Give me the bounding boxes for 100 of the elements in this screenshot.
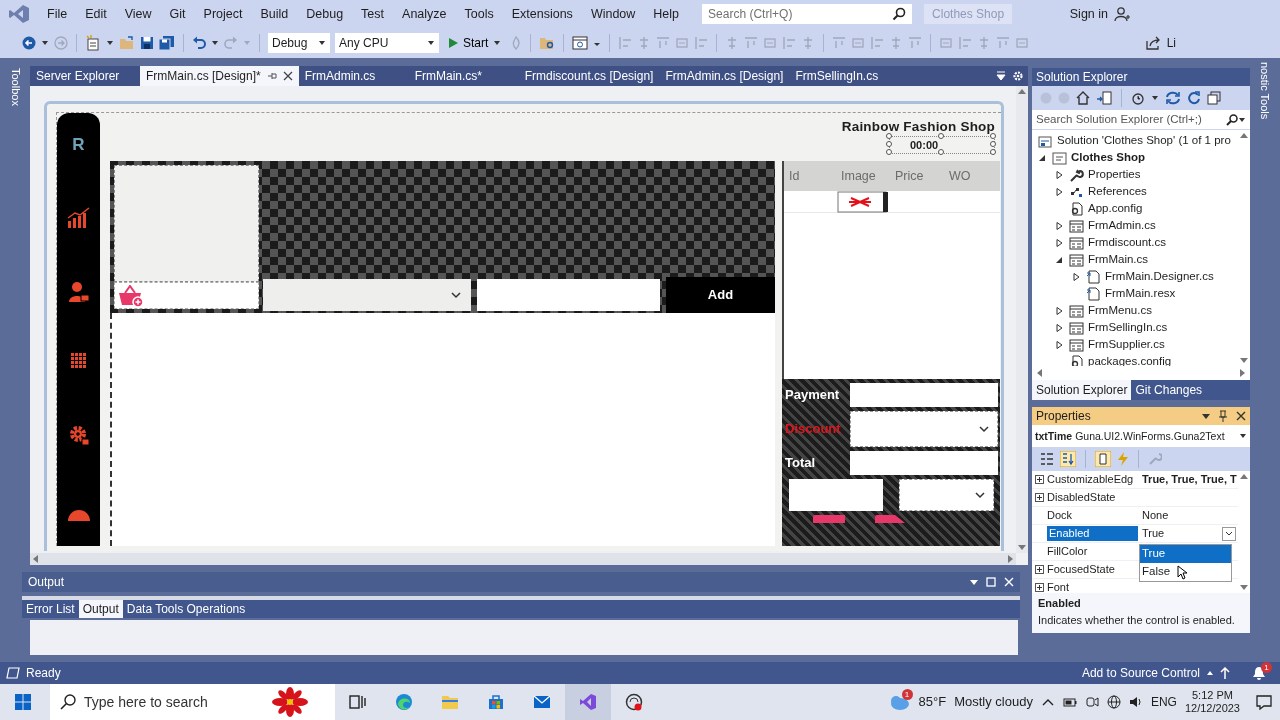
bell-icon[interactable]: [1252, 666, 1266, 680]
caret-icon[interactable]: [41, 39, 49, 47]
refresh-icon[interactable]: [1187, 91, 1201, 105]
browser-icon[interactable]: [572, 36, 589, 50]
input-field[interactable]: [477, 279, 660, 311]
menu-item[interactable]: Analyze: [393, 6, 456, 22]
caret-icon[interactable]: [106, 39, 114, 47]
scrollbar[interactable]: [1238, 471, 1250, 593]
chevron-icon[interactable]: [975, 491, 985, 499]
notification-icon[interactable]: [1256, 694, 1272, 710]
caret-icon[interactable]: [1151, 94, 1159, 102]
search-icon[interactable]: [1226, 113, 1238, 126]
scroll-down-icon[interactable]: [1239, 357, 1249, 364]
caret-icon[interactable]: [1238, 115, 1246, 124]
speaker-icon[interactable]: [1128, 695, 1143, 709]
search-field[interactable]: Search Solution Explorer (Ctrl+;): [1032, 110, 1250, 130]
scrollbar[interactable]: [1016, 86, 1028, 553]
document-tab[interactable]: FrmMain.cs*: [408, 66, 519, 86]
dropdown-icon[interactable]: [970, 578, 978, 586]
tree-item[interactable]: FrmSellingIn.cs: [1088, 320, 1168, 335]
caret-icon[interactable]: [318, 39, 326, 47]
dropdown-button[interactable]: [1222, 526, 1236, 541]
app-icon[interactable]: [625, 693, 643, 711]
save-all-icon[interactable]: [159, 36, 175, 50]
scroll-down-icon[interactable]: [1239, 584, 1249, 591]
folder-search-icon[interactable]: [539, 36, 556, 50]
play-icon[interactable]: [448, 37, 458, 49]
scroll-up-icon[interactable]: [1239, 132, 1249, 139]
menu-item[interactable]: File: [38, 6, 77, 22]
tree-item[interactable]: FrmAdmin.cs: [1088, 218, 1156, 233]
maximize-icon[interactable]: [986, 577, 996, 587]
document-tab[interactable]: FrmSellingIn.cs: [789, 66, 900, 86]
collapse-all-icon[interactable]: [1207, 91, 1221, 105]
tree-item[interactable]: Clothes Shop: [1071, 150, 1146, 165]
user-icon[interactable]: [1114, 6, 1130, 22]
total-field[interactable]: [850, 451, 998, 475]
caret-icon[interactable]: [1206, 669, 1214, 677]
expand-icon[interactable]: [1035, 493, 1044, 502]
tree-item[interactable]: FrmMain.Designer.cs: [1105, 269, 1214, 284]
tree-item[interactable]: FrmSupplier.cs: [1088, 337, 1165, 352]
menu-item[interactable]: Help: [644, 6, 689, 22]
user-icon[interactable]: [67, 281, 90, 304]
dropdown-icon[interactable]: [1202, 412, 1210, 420]
panel-tab[interactable]: Solution Explorer: [1032, 380, 1132, 400]
caret-icon[interactable]: [493, 39, 502, 47]
property-name[interactable]: DisabledState: [1047, 490, 1116, 505]
tree-item[interactable]: Solution 'Clothes Shop' (1 of 1 pro: [1057, 133, 1231, 148]
sign-in-link[interactable]: Sign in: [1069, 6, 1108, 22]
open-folder-icon[interactable]: [119, 36, 135, 50]
chevron-icon[interactable]: [451, 291, 461, 299]
store-icon[interactable]: [487, 693, 505, 711]
menu-item[interactable]: Tools: [455, 6, 503, 22]
browser-icon[interactable]: [395, 693, 413, 711]
menu-item[interactable]: View: [115, 6, 161, 22]
gear-icon[interactable]: [67, 424, 90, 447]
undo-icon[interactable]: [192, 36, 206, 50]
property-value[interactable]: None: [1142, 508, 1169, 523]
document-tab[interactable]: Frmdiscount.cs [Design]: [518, 66, 660, 86]
categorized-icon[interactable]: [1040, 452, 1054, 466]
tree-item[interactable]: FrmMenu.cs: [1088, 303, 1152, 318]
battery-icon[interactable]: [1062, 695, 1077, 709]
basket-icon[interactable]: [117, 284, 145, 307]
expand-icon[interactable]: [1035, 583, 1044, 592]
folder-icon[interactable]: [441, 693, 459, 711]
expand-icon[interactable]: [1035, 565, 1044, 574]
close-icon[interactable]: [1236, 411, 1246, 421]
grid-icon[interactable]: [70, 353, 87, 370]
search-field[interactable]: Type here to search: [84, 693, 264, 711]
globe-icon[interactable]: [1106, 695, 1121, 709]
chart-icon[interactable]: [66, 207, 91, 230]
scroll-right-icon[interactable]: [1007, 554, 1014, 564]
property-name[interactable]: Font: [1047, 580, 1069, 593]
expand-arrow-icon[interactable]: [1055, 323, 1063, 332]
task-view-icon[interactable]: [349, 693, 367, 711]
tree-item[interactable]: packages.config: [1088, 354, 1172, 366]
collapse-arrow-icon[interactable]: [1038, 153, 1046, 162]
search-icon[interactable]: [892, 7, 907, 21]
expand-arrow-icon[interactable]: [1072, 272, 1080, 281]
menu-item[interactable]: Extensions: [502, 6, 582, 22]
document-tab[interactable]: FrmMain.cs [Design]*: [140, 66, 299, 86]
chevron-icon[interactable]: [1225, 530, 1233, 537]
caret-icon[interactable]: [427, 39, 435, 47]
property-name[interactable]: Dock: [1047, 508, 1073, 523]
document-tab[interactable]: Server Explorer: [30, 66, 140, 86]
scroll-left-icon[interactable]: [1036, 368, 1043, 378]
panel-tab[interactable]: Git Changes: [1131, 380, 1207, 400]
menu-item[interactable]: Build: [251, 6, 298, 22]
live-share-button[interactable]: Li: [1166, 35, 1176, 51]
search-field[interactable]: Search (Ctrl+Q): [702, 4, 913, 24]
tree-item[interactable]: App.config: [1088, 201, 1143, 216]
expand-arrow-icon[interactable]: [1055, 340, 1063, 349]
alphabetical-icon[interactable]: [1060, 451, 1076, 467]
sync-icon[interactable]: [1165, 91, 1181, 105]
tree-item[interactable]: References: [1088, 184, 1147, 199]
menu-item[interactable]: Test: [352, 6, 394, 22]
up-arrow-icon[interactable]: [1220, 667, 1230, 679]
expand-arrow-icon[interactable]: [1055, 306, 1063, 315]
property-value[interactable]: True: [1142, 526, 1165, 541]
expand-arrow-icon[interactable]: [1055, 170, 1063, 179]
panel-tab[interactable]: Error List: [22, 600, 79, 618]
